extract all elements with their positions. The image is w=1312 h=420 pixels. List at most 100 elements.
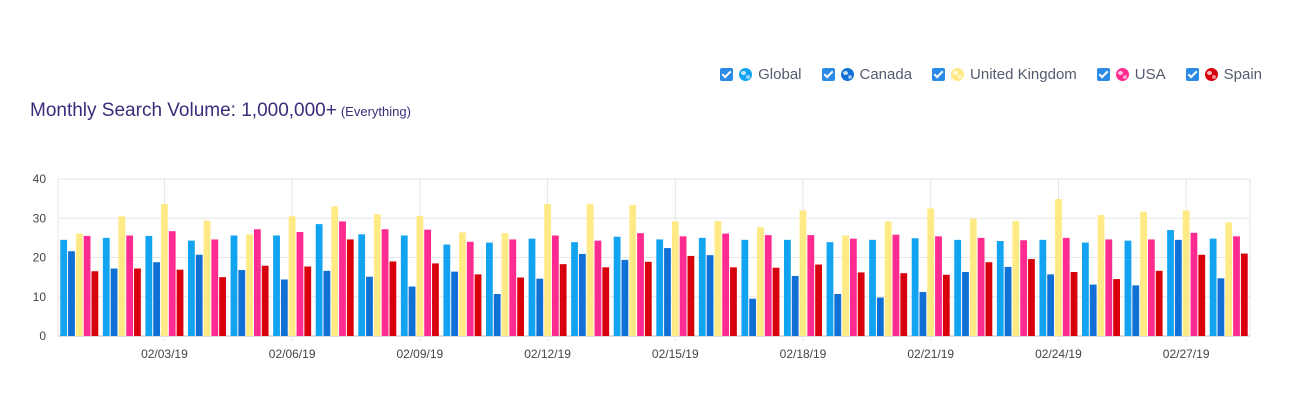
bar-global <box>613 236 621 336</box>
bar-global <box>230 235 238 336</box>
bar-spain <box>900 273 908 336</box>
bar-canada <box>876 297 884 336</box>
bar-spain <box>91 271 99 336</box>
bar-chart: 0 10 20 30 40 02/03/19 02/06/19 02/09/19 02/12/1… <box>33 172 1251 361</box>
bar-canada <box>451 271 459 336</box>
x-tick-label: 02/09/19 <box>396 347 443 361</box>
x-tick-label: 02/18/19 <box>780 347 827 361</box>
bar-united-kingdom <box>203 220 211 336</box>
bar-usa <box>168 231 176 336</box>
bar-canada <box>68 251 75 336</box>
bar-canada <box>280 279 288 336</box>
bar-united-kingdom <box>501 233 509 336</box>
bar-spain <box>1113 279 1120 336</box>
bar-canada <box>110 268 118 336</box>
bar-usa <box>807 235 815 336</box>
bar-spain <box>815 264 822 336</box>
x-tick-label: 02/12/19 <box>524 347 571 361</box>
bar-united-kingdom <box>246 234 253 336</box>
bar-spain <box>730 267 737 336</box>
y-tick-label: 30 <box>33 211 47 225</box>
bar-spain <box>346 239 354 336</box>
bar-global <box>102 237 110 337</box>
bar-global <box>443 244 451 336</box>
bar-usa <box>1190 232 1198 336</box>
bar-spain <box>1240 253 1248 336</box>
bar-spain <box>261 265 269 336</box>
bar-united-kingdom <box>75 233 83 336</box>
bar-global <box>1167 230 1174 336</box>
bar-canada <box>664 248 671 336</box>
bar-usa <box>296 231 304 336</box>
bar-spain <box>517 277 524 336</box>
bar-usa <box>551 235 559 336</box>
x-tick-label: 02/24/19 <box>1035 347 1082 361</box>
bar-global <box>826 242 834 336</box>
bar-spain <box>432 263 439 336</box>
bar-canada <box>408 286 416 336</box>
bar-united-kingdom <box>459 232 466 336</box>
bar-canada <box>1132 285 1140 336</box>
bar-canada <box>1217 278 1225 336</box>
bar-global <box>954 239 962 336</box>
bar-usa <box>722 233 730 336</box>
y-tick-label: 0 <box>39 329 46 343</box>
bar-global <box>1124 240 1132 336</box>
bar-canada <box>834 294 842 336</box>
bar-usa <box>637 233 644 336</box>
bar-united-kingdom <box>544 204 551 336</box>
bar-united-kingdom <box>586 204 594 336</box>
bar-spain <box>1070 272 1078 336</box>
bar-usa <box>253 229 261 336</box>
bar-canada <box>153 262 161 336</box>
bar-spain <box>942 274 950 336</box>
bar-united-kingdom <box>288 216 296 336</box>
bar-global <box>911 238 919 336</box>
bar-united-kingdom <box>1225 222 1233 336</box>
bar-united-kingdom <box>714 221 722 336</box>
bar-canada <box>493 294 501 336</box>
bar-united-kingdom <box>373 214 381 336</box>
y-tick-label: 20 <box>33 251 47 265</box>
bar-global <box>571 242 578 336</box>
bar-global <box>698 237 706 337</box>
bar-global <box>656 239 664 336</box>
bar-united-kingdom <box>416 215 424 336</box>
bar-global <box>1209 238 1217 336</box>
bar-united-kingdom <box>1012 221 1020 336</box>
bar-global <box>273 235 280 336</box>
bar-united-kingdom <box>1097 215 1105 336</box>
bar-canada <box>195 254 203 336</box>
bar-canada <box>1089 284 1097 336</box>
bar-spain <box>474 274 482 336</box>
bar-canada <box>366 276 373 336</box>
bar-global <box>60 239 68 336</box>
bar-united-kingdom <box>927 208 935 336</box>
bar-usa <box>424 229 432 336</box>
bar-usa <box>381 229 389 336</box>
bar-canada <box>323 270 331 336</box>
bar-spain <box>134 268 141 336</box>
bar-united-kingdom <box>799 210 807 336</box>
bar-canada <box>1004 266 1012 336</box>
bar-usa <box>977 237 985 337</box>
bar-usa <box>935 236 942 336</box>
bar-global <box>784 239 791 336</box>
x-tick-label: 02/03/19 <box>141 347 188 361</box>
x-tick-label: 02/06/19 <box>269 347 316 361</box>
bar-global <box>869 239 876 336</box>
x-tick-label: 02/21/19 <box>907 347 954 361</box>
bar-canada <box>238 270 246 336</box>
bar-canada <box>962 272 969 336</box>
bar-global <box>486 242 493 336</box>
bar-spain <box>772 267 780 336</box>
bar-canada <box>706 255 714 336</box>
bar-spain <box>304 266 312 336</box>
bar-global <box>1082 242 1089 336</box>
bar-united-kingdom <box>842 235 849 336</box>
bar-global <box>1039 239 1047 336</box>
bar-usa <box>594 240 602 336</box>
bar-spain <box>176 269 184 336</box>
bar-usa <box>339 221 346 336</box>
bar-canada <box>791 275 799 336</box>
